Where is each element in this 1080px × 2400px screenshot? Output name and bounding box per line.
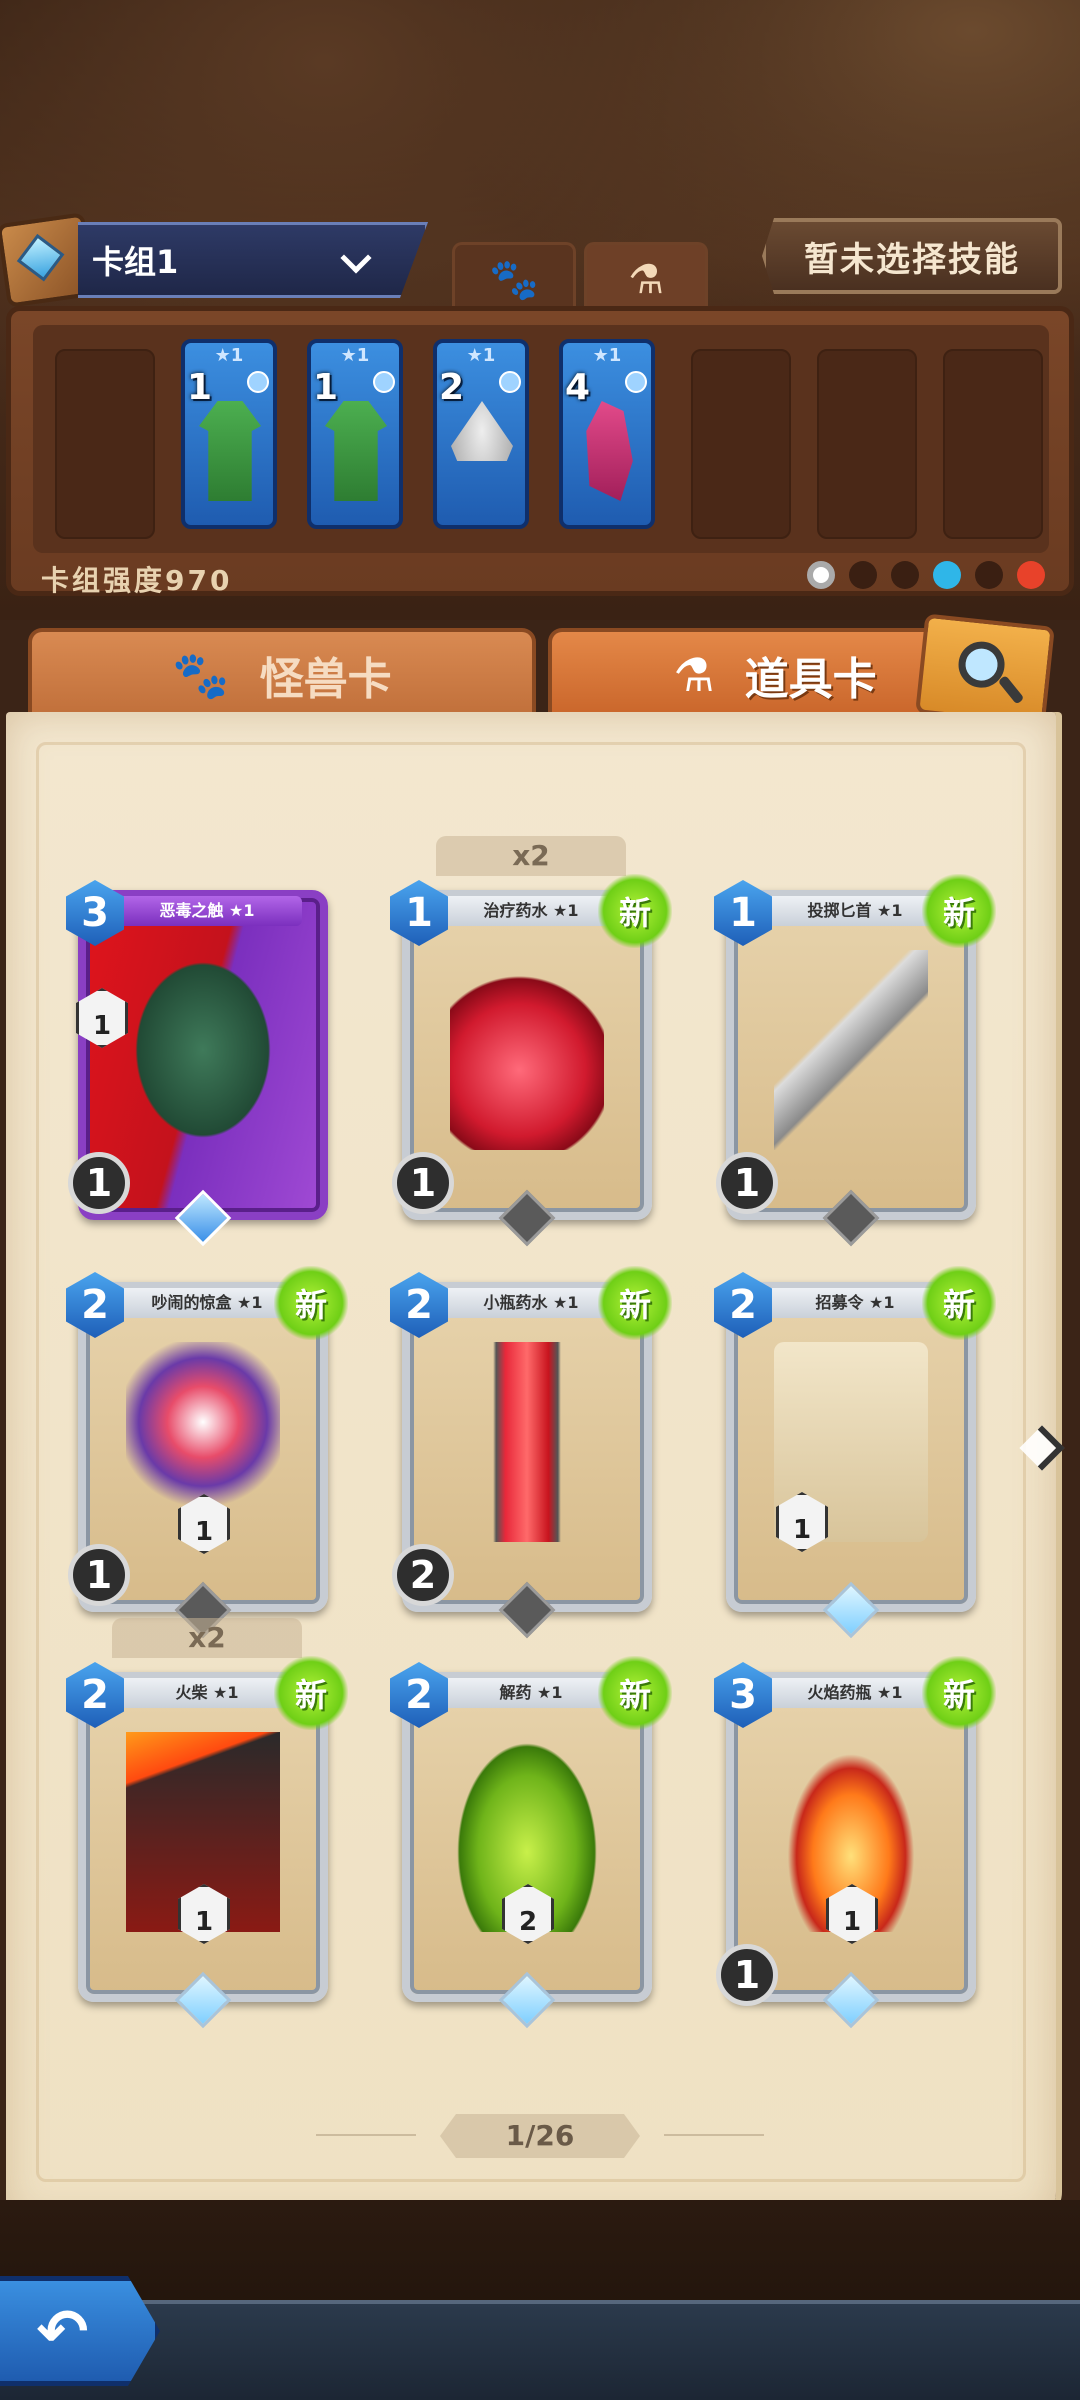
card-duplicate-count: x2 [112, 1618, 302, 1658]
item-card[interactable]: 投掷匕首 ★1 1 新 1 [714, 874, 996, 1247]
deck-card-cost: 4 [565, 367, 591, 408]
deck-strength: 卡组强度970 [41, 564, 233, 597]
filter-all-icon[interactable] [807, 561, 835, 589]
item-card[interactable]: 解药 ★1 2 新 2 [390, 1656, 672, 2029]
deck-tab-monster[interactable]: 🐾 [452, 242, 576, 314]
filter-fire-icon[interactable] [1017, 561, 1045, 589]
skill-button-label: 暂未选择技能 [804, 239, 1020, 280]
deck-card[interactable]: ★1 4 [559, 339, 655, 529]
deck-slot-empty[interactable] [691, 349, 791, 539]
element-filter [807, 561, 1045, 589]
dagger-icon [774, 950, 928, 1150]
deck-card[interactable]: ★1 1 [181, 339, 277, 529]
item-card[interactable]: x2 治疗药水 ★1 1 新 1 [390, 836, 672, 1247]
new-badge: 新 [922, 1266, 996, 1340]
page-ornament [664, 2134, 764, 2136]
page-ornament [316, 2134, 416, 2136]
deck-card-stars: ★1 [466, 345, 496, 366]
item-card[interactable]: 小瓶药水 ★1 2 新 2 [390, 1266, 672, 1639]
robe-icon [199, 401, 261, 501]
filter-water-icon[interactable] [933, 561, 961, 589]
new-badge: 新 [922, 874, 996, 948]
item-card[interactable]: 火焰药瓶 ★1 3 新 1 1 [714, 1656, 996, 2029]
tab-monster-label: 怪兽卡 [259, 654, 392, 705]
card-attack: 1 [716, 1152, 778, 1214]
new-badge: 新 [274, 1656, 348, 1730]
card-attack: 1 [68, 1152, 130, 1214]
chevron-down-icon [340, 242, 372, 274]
item-card[interactable]: 招募令 ★1 2 新 1 [714, 1266, 996, 1639]
deck-card[interactable]: ★1 2 [433, 339, 529, 529]
card-title: 恶毒之触 ★1 [112, 896, 302, 926]
bottom-bar [0, 2300, 1080, 2400]
filter-anvil-icon[interactable] [975, 561, 1003, 589]
deck-card-stars: ★1 [340, 345, 370, 366]
magnifier-handle [997, 675, 1025, 705]
deck-slot-empty[interactable] [55, 349, 155, 539]
deck-slot-empty[interactable] [817, 349, 917, 539]
deck-header: 卡组1 🐾 ⚗ 暂未选择技能 ★1 1 ★1 1 ★1 2 ★1 4 卡组强度9… [0, 210, 1080, 600]
item-card[interactable]: x2 火柴 ★1 2 新 1 [66, 1618, 348, 2029]
claw-hand-icon [126, 950, 280, 1150]
red-potion-icon [450, 950, 604, 1150]
paw-icon: 🐾 [489, 257, 539, 303]
deck-card-cost: 1 [187, 367, 213, 408]
deck-tab-item[interactable]: ⚗ [584, 242, 708, 314]
potion-icon: ⚗ [673, 648, 715, 702]
element-icon [625, 371, 647, 393]
cloak-icon [586, 401, 633, 501]
back-button[interactable]: ↶ [0, 2276, 160, 2386]
card-duplicate-count: x2 [436, 836, 626, 876]
deck-slots: ★1 1 ★1 1 ★1 2 ★1 4 [33, 325, 1049, 553]
filter-plant-icon[interactable] [891, 561, 919, 589]
new-badge: 新 [922, 1656, 996, 1730]
chevron-right-icon[interactable] [1024, 1420, 1060, 1476]
helmet-icon [451, 401, 513, 461]
search-button[interactable] [915, 613, 1055, 727]
deck-selector[interactable]: 卡组1 [78, 222, 428, 298]
back-arrow-icon: ↶ [36, 2294, 89, 2368]
paw-icon: 🐾 [172, 647, 230, 702]
new-badge: 新 [598, 874, 672, 948]
potion-icon: ⚗ [628, 256, 664, 303]
filter-beast-icon[interactable] [849, 561, 877, 589]
card-attack: 1 [716, 1944, 778, 2006]
vial-icon [450, 1342, 604, 1542]
robe-icon [325, 401, 387, 501]
new-badge: 新 [598, 1266, 672, 1340]
page-indicator: 1/26 [440, 2114, 640, 2158]
tab-item-label: 道具卡 [744, 654, 877, 705]
deck-panel: ★1 1 ★1 1 ★1 2 ★1 4 卡组强度970 [6, 306, 1074, 597]
deck-card[interactable]: ★1 1 [307, 339, 403, 529]
skill-select-button[interactable]: 暂未选择技能 [762, 218, 1062, 294]
card-attack: 1 [392, 1152, 454, 1214]
deck-slot-empty[interactable] [943, 349, 1043, 539]
new-badge: 新 [274, 1266, 348, 1340]
deck-card-stars: ★1 [214, 345, 244, 366]
element-icon [373, 371, 395, 393]
tab-monster-cards[interactable]: 🐾 怪兽卡 [28, 628, 536, 718]
deck-card-cost: 2 [439, 367, 465, 408]
deck-card-stars: ★1 [592, 345, 622, 366]
item-card[interactable]: 吵闹的惊盒 ★1 2 新 1 1 [66, 1266, 348, 1639]
new-badge: 新 [598, 1656, 672, 1730]
deck-card-cost: 1 [313, 367, 339, 408]
card-attack: 1 [68, 1544, 130, 1606]
card-attack: 2 [392, 1544, 454, 1606]
element-icon [247, 371, 269, 393]
collection-tabs: 🐾 怪兽卡 ⚗ 道具卡 [0, 613, 1080, 727]
deck-name: 卡组1 [92, 243, 179, 281]
element-icon [499, 371, 521, 393]
gem-icon [16, 233, 65, 282]
item-card[interactable]: 恶毒之触 ★1 3 1 1 [66, 880, 334, 1247]
